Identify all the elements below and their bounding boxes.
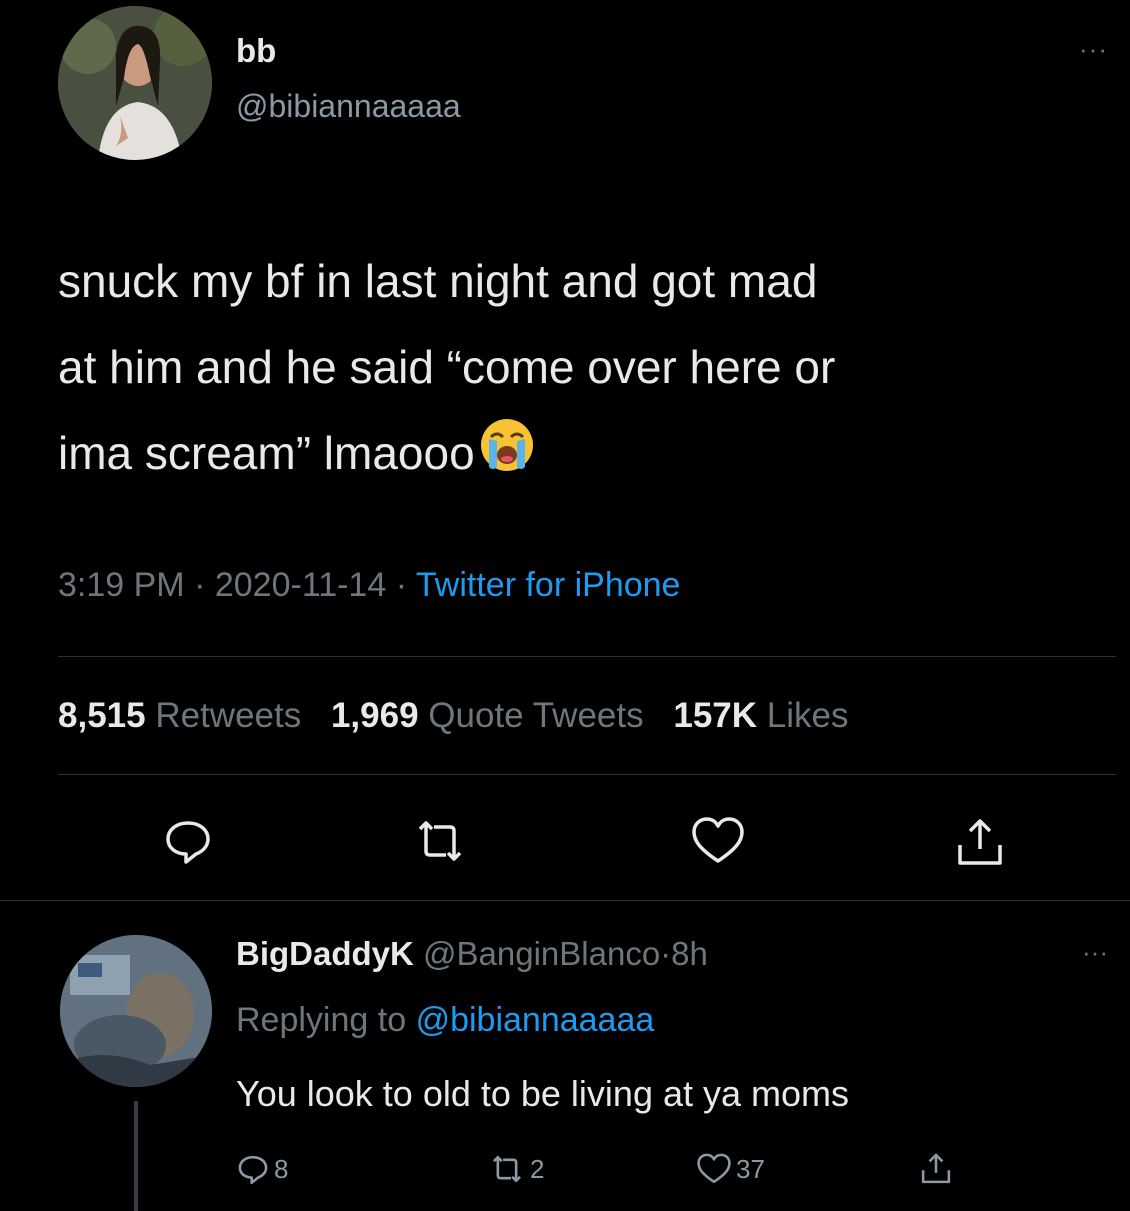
tweet-stats: 8,515 Retweets 1,969 Quote Tweets 157K L… bbox=[58, 696, 868, 736]
tweet-meta: 3:19 PM · 2020-11-14 · Twitter for iPhon… bbox=[58, 566, 680, 605]
reply-likes-count: 37 bbox=[736, 1153, 765, 1184]
author-display-name[interactable]: bb bbox=[236, 32, 276, 70]
tweet-source-link[interactable]: Twitter for iPhone bbox=[416, 566, 681, 604]
meta-separator: · bbox=[660, 935, 672, 972]
tweet-action-bar bbox=[0, 815, 1130, 875]
likes-count: 157K bbox=[673, 696, 758, 735]
reply-like-button[interactable]: 37 bbox=[696, 1151, 765, 1187]
reply-author-name[interactable]: BigDaddyK bbox=[236, 935, 414, 972]
reply-author-avatar[interactable] bbox=[60, 935, 212, 1087]
share-icon bbox=[921, 1153, 951, 1184]
replying-to-mention[interactable]: @bibiannaaaaa bbox=[416, 1001, 655, 1039]
reply-replies-count: 8 bbox=[274, 1153, 289, 1184]
divider bbox=[58, 774, 1116, 775]
tweet-date[interactable]: 2020-11-14 bbox=[215, 566, 386, 604]
retweets-stat[interactable]: 8,515 Retweets bbox=[58, 696, 301, 735]
tweet-text-line-content: ima scream” lmaooo bbox=[58, 427, 475, 479]
tweet-text-line: at him and he said “come over here or bbox=[58, 341, 836, 393]
divider bbox=[58, 656, 1116, 657]
meta-separator: · bbox=[395, 566, 408, 604]
more-options-button[interactable]: ··· bbox=[1079, 34, 1108, 65]
author-avatar[interactable] bbox=[58, 6, 212, 160]
reply-button[interactable] bbox=[162, 815, 214, 867]
likes-stat[interactable]: 157K Likes bbox=[673, 696, 848, 735]
like-button[interactable] bbox=[690, 815, 744, 867]
tweet-time[interactable]: 3:19 PM bbox=[58, 566, 185, 604]
author-handle[interactable]: @bibiannaaaaa bbox=[236, 88, 461, 125]
reply-retweet-button[interactable]: 2 bbox=[488, 1151, 544, 1187]
reply-icon bbox=[238, 1155, 268, 1185]
main-tweet: bb @bibiannaaaaa ··· snuck my bf in last… bbox=[0, 0, 1130, 900]
reply-icon bbox=[166, 821, 210, 864]
reply-retweets-count: 2 bbox=[530, 1153, 545, 1184]
reply-more-options-button[interactable]: ··· bbox=[1082, 937, 1108, 968]
tweet-text-line: snuck my bf in last night and got mad bbox=[58, 255, 818, 307]
quote-tweets-count: 1,969 bbox=[330, 696, 419, 735]
quote-tweets-stat[interactable]: 1,969 Quote Tweets bbox=[331, 696, 644, 735]
heart-icon bbox=[692, 817, 744, 863]
likes-label: Likes bbox=[766, 696, 849, 735]
retweets-count: 8,515 bbox=[58, 696, 146, 735]
retweet-button[interactable] bbox=[412, 815, 464, 867]
loudly-crying-face-icon bbox=[479, 414, 535, 500]
reply-author-handle[interactable]: @BanginBlanco bbox=[423, 935, 660, 972]
retweet-icon bbox=[492, 1155, 522, 1183]
retweet-icon bbox=[418, 821, 462, 861]
tweet-text: snuck my bf in last night and got mad at… bbox=[58, 238, 1108, 500]
share-button[interactable] bbox=[952, 815, 1004, 867]
replying-to: Replying to @bibiannaaaaa bbox=[236, 1001, 654, 1040]
reply-reply-button[interactable]: 8 bbox=[236, 1151, 288, 1187]
share-icon bbox=[958, 819, 1002, 865]
reply-tweet[interactable]: BigDaddyK @BanginBlanco·8h ··· Replying … bbox=[0, 901, 1130, 1211]
reply-share-button[interactable] bbox=[918, 1151, 954, 1187]
retweets-label: Retweets bbox=[155, 696, 302, 735]
heart-icon bbox=[697, 1153, 731, 1184]
tweet-text-line: ima scream” lmaooo bbox=[58, 410, 1108, 500]
reply-header: BigDaddyK @BanginBlanco·8h bbox=[236, 935, 708, 973]
reply-text: You look to old to be living at ya moms bbox=[236, 1073, 850, 1114]
quote-tweets-label: Quote Tweets bbox=[428, 696, 644, 735]
reply-time[interactable]: 8h bbox=[671, 935, 708, 972]
reply-action-bar: 8 2 37 bbox=[0, 1151, 1130, 1191]
replying-to-prefix: Replying to bbox=[236, 1001, 407, 1039]
meta-separator: · bbox=[194, 566, 206, 604]
